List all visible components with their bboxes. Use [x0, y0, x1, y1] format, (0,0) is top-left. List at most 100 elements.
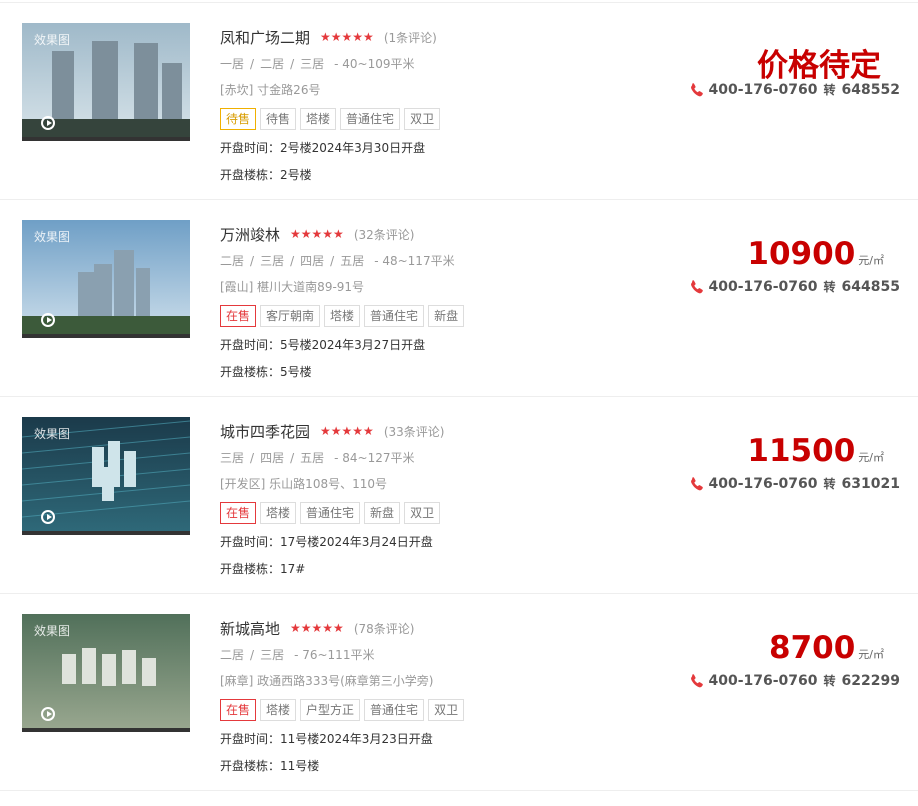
price-value: 价格待定: [757, 48, 881, 84]
open-time: 开盘时间：5号楼2024年3月27日开盘: [220, 338, 426, 352]
status-badge: 待售: [220, 108, 257, 130]
listing-card: 效果图 新城高地 ★★★★★ (78条评论) 二居 / 三居 - 76~111平米 […: [0, 594, 918, 791]
feature-tag: 客厅朝南: [260, 305, 321, 327]
phone-button[interactable]: 400-176-0760 转 622299: [689, 672, 900, 689]
listing-card: 效果图 城市四季花园 ★★★★★ (33条评论) 三居 / 四居 / 五居 - 84~12…: [0, 397, 918, 594]
feature-tag: 塔楼: [324, 305, 361, 327]
building-shape: [94, 264, 112, 322]
feature-tag: 双卫: [404, 108, 441, 130]
phone-icon: [691, 476, 704, 490]
feature-tag: 塔楼: [260, 502, 297, 524]
layout-item: 二居: [220, 254, 245, 268]
thumbnail-bar: [22, 531, 190, 535]
review-count-link[interactable]: (32条评论): [354, 226, 415, 243]
feature-tag: 双卫: [404, 502, 441, 524]
open-building: 开盘楼栋：11号楼: [220, 759, 320, 773]
feature-tag: 普通住宅: [300, 502, 361, 524]
rating-stars-icon: ★★★★★: [290, 227, 344, 241]
title-row: 新城高地 ★★★★★ (78条评论): [220, 617, 414, 639]
price-unit: 元/㎡: [858, 451, 884, 464]
layout-item: 四居: [300, 254, 325, 268]
rating-stars-icon: ★★★★★: [320, 30, 374, 44]
phone-number: 400-176-0760: [708, 81, 818, 98]
play-icon[interactable]: [41, 116, 55, 130]
listing-thumbnail[interactable]: 效果图: [22, 417, 190, 535]
building-shape: [162, 63, 182, 123]
layout-item: 四居: [260, 451, 285, 465]
address: [麻章] 政通西路333号(麻章第三小学旁): [220, 674, 434, 688]
thumbnail-bar: [22, 728, 190, 732]
phone-button[interactable]: 400-176-0760 转 631021: [689, 475, 900, 492]
extension-label: 转: [823, 477, 836, 491]
phone-button[interactable]: 400-176-0760 转 648552: [689, 81, 900, 98]
review-count-link[interactable]: (33条评论): [384, 423, 445, 440]
play-icon[interactable]: [41, 313, 55, 327]
open-building: 开盘楼栋：5号楼: [220, 365, 312, 379]
area-range: - 84~127平米: [334, 451, 415, 465]
separator: /: [250, 648, 255, 662]
building-shape: [82, 648, 96, 684]
extension-number: 644855: [841, 278, 900, 295]
layout-item: 三居: [260, 648, 285, 662]
thumbnail-label: 效果图: [34, 230, 71, 244]
layout-item: 二居: [260, 57, 285, 71]
phone-number: 400-176-0760: [708, 475, 818, 492]
listing-name[interactable]: 凤和广场二期: [220, 27, 310, 48]
title-row: 凤和广场二期 ★★★★★ (1条评论): [220, 26, 437, 48]
extension-label: 转: [823, 83, 836, 97]
separator: /: [290, 451, 295, 465]
building-shape: [52, 51, 74, 123]
status-badge: 在售: [220, 502, 257, 524]
open-time: 开盘时间：2号楼2024年3月30日开盘: [220, 141, 426, 155]
separator: /: [290, 57, 295, 71]
open-time: 开盘时间：17号楼2024年3月24日开盘: [220, 535, 433, 549]
thumbnail-bar: [22, 137, 190, 141]
separator: /: [290, 254, 295, 268]
building-shape: [124, 451, 136, 487]
layout-list: 一居 / 二居 / 三居 - 40~109平米: [220, 55, 415, 72]
separator: /: [330, 254, 335, 268]
listing-name[interactable]: 城市四季花园: [220, 421, 310, 442]
area-range: - 40~109平米: [334, 57, 415, 71]
layout-item: 一居: [220, 57, 245, 71]
phone-number: 400-176-0760: [708, 672, 818, 689]
area-range: - 48~117平米: [374, 254, 455, 268]
building-shape: [134, 43, 158, 123]
price: 8700 元/㎡: [769, 631, 884, 665]
listing-thumbnail[interactable]: 效果图: [22, 23, 190, 141]
building-shape: [78, 272, 94, 322]
thumbnail-label: 效果图: [34, 427, 71, 441]
feature-tag: 普通住宅: [364, 305, 425, 327]
feature-tag: 塔楼: [260, 699, 297, 721]
rating-stars-icon: ★★★★★: [290, 621, 344, 635]
price-unit: 元/㎡: [858, 254, 884, 267]
feature-tag: 普通住宅: [364, 699, 425, 721]
play-icon[interactable]: [41, 707, 55, 721]
extension-number: 648552: [841, 81, 900, 98]
listing-thumbnail[interactable]: 效果图: [22, 614, 190, 732]
layout-item: 三居: [220, 451, 245, 465]
thumbnail-bar: [22, 334, 190, 338]
play-icon[interactable]: [41, 510, 55, 524]
separator: /: [250, 451, 255, 465]
review-count-link[interactable]: (78条评论): [354, 620, 415, 637]
phone-icon: [691, 279, 704, 293]
listing-card: 效果图 凤和广场二期 ★★★★★ (1条评论) 一居 / 二居 / 三居 - 40~109…: [0, 3, 918, 200]
review-count-link[interactable]: (1条评论): [384, 29, 437, 46]
separator: /: [250, 254, 255, 268]
extension-label: 转: [823, 674, 836, 688]
price-unit: 元/㎡: [858, 648, 884, 661]
listing-name[interactable]: 新城高地: [220, 618, 280, 639]
separator: /: [250, 57, 255, 71]
price-value: 10900: [747, 236, 856, 272]
building-shape: [62, 654, 76, 684]
price-value: 11500: [747, 433, 856, 469]
building-shape: [142, 658, 156, 686]
tag-list: 在售 塔楼 普通住宅 新盘 双卫: [220, 502, 441, 524]
listing-thumbnail[interactable]: 效果图: [22, 220, 190, 338]
building-shape: [92, 41, 118, 123]
listing-name[interactable]: 万洲竣林: [220, 224, 280, 245]
feature-tag: 双卫: [428, 699, 465, 721]
phone-button[interactable]: 400-176-0760 转 644855: [689, 278, 900, 295]
open-building: 开盘楼栋：2号楼: [220, 168, 312, 182]
